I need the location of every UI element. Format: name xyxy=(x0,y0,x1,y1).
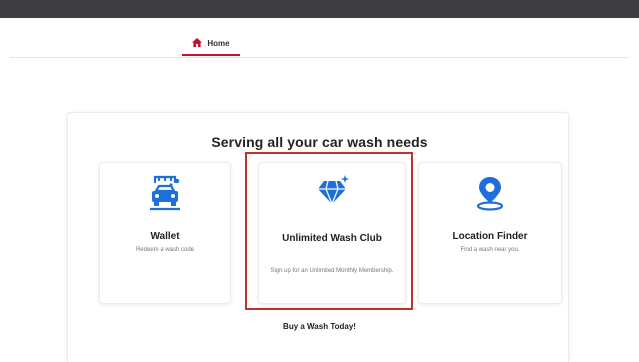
page-headline: Serving all your car wash needs xyxy=(211,134,428,150)
nav-divider xyxy=(10,57,629,58)
diamond-icon xyxy=(259,175,405,207)
location-finder-card[interactable]: Location Finder Find a wash near you. xyxy=(418,162,562,304)
unlimited-wash-club-card[interactable]: Unlimited Wash Club Sign up for an Unlim… xyxy=(258,162,406,304)
location-finder-title: Location Finder xyxy=(452,231,528,242)
home-icon xyxy=(192,34,203,52)
location-pin-icon xyxy=(419,175,561,211)
unlimited-wash-club-title: Unlimited Wash Club xyxy=(282,233,382,244)
buy-wash-link[interactable]: Buy a Wash Today! xyxy=(0,322,639,331)
car-wash-icon xyxy=(100,175,230,213)
tab-home[interactable]: Home xyxy=(182,30,240,56)
wallet-title: Wallet xyxy=(150,231,180,242)
active-tab-indicator xyxy=(182,54,240,56)
location-finder-description: Find a wash near you. xyxy=(460,247,520,253)
tab-home-label: Home xyxy=(207,38,230,48)
wallet-description: Redeem a wash code xyxy=(135,247,195,253)
wallet-card[interactable]: Wallet Redeem a wash code xyxy=(99,162,231,304)
top-bar xyxy=(0,0,639,18)
unlimited-wash-club-description: Sign up for an Unlimited Monthly Members… xyxy=(270,268,394,274)
